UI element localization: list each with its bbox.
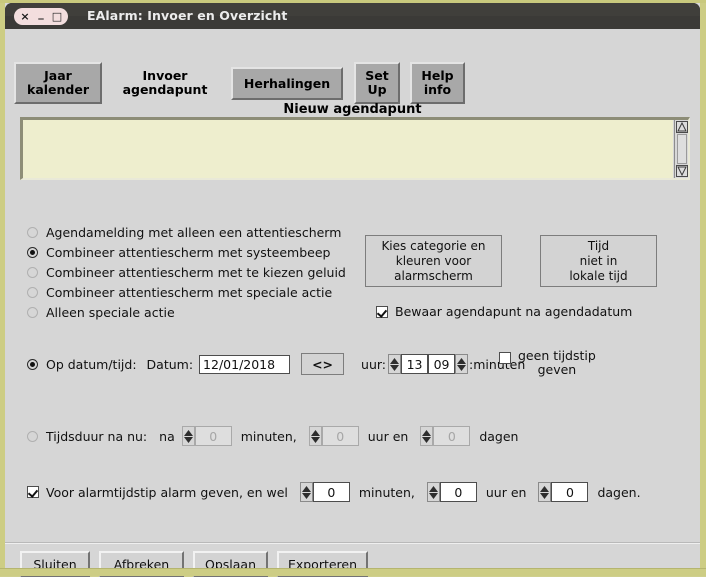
minimize-icon[interactable]: _	[35, 8, 47, 19]
radio-label: Combineer attentiescherm met systeembeep	[46, 245, 331, 260]
checkbox-indicator[interactable]	[499, 352, 511, 364]
radio-agendamelding-attentiescherm[interactable]: Agendamelding met alleen een attentiesch…	[27, 225, 341, 240]
voor-dagen-stepper[interactable]	[538, 482, 552, 502]
scroll-down-icon[interactable]	[676, 165, 688, 177]
window-title: EAlarm: Invoer en Overzicht	[87, 8, 288, 23]
radio-label: Agendamelding met alleen een attentiesch…	[46, 225, 342, 240]
maximize-icon[interactable]: □	[51, 11, 63, 22]
lokale-tijd-toggle-button[interactable]: Tijd niet in lokale tijd	[540, 235, 657, 287]
radio-label: Alleen speciale actie	[46, 305, 175, 320]
tijdsduur-uur-stepper[interactable]	[308, 426, 322, 446]
tijdsduur-label: Tijdsduur na nu:	[46, 428, 148, 444]
window-frame-right	[700, 0, 706, 576]
checkbox-label: geen tijdstip geven	[518, 348, 596, 377]
tab-strip: Jaar kalender Invoer agendapunt Herhalin…	[5, 29, 700, 104]
uur-input[interactable]	[401, 354, 429, 374]
client-area: Jaar kalender Invoer agendapunt Herhalin…	[5, 29, 700, 577]
radio-indicator[interactable]	[27, 227, 38, 238]
checkbox-indicator[interactable]	[376, 305, 388, 318]
voor-alarmtijdstip-label: Voor alarmtijdstip alarm geven, en wel	[46, 484, 288, 500]
tijdsduur-na-nu-row: Tijdsduur na nu: na minuten, uur en	[27, 426, 518, 446]
radio-indicator[interactable]	[27, 267, 38, 278]
op-datum-tijd-label: Op datum/tijd:	[46, 356, 137, 372]
radio-attentiescherm-speciale-actie[interactable]: Combineer attentiescherm met speciale ac…	[27, 285, 332, 300]
uur-label: uur:	[361, 356, 387, 372]
datum-label: Datum:	[146, 356, 194, 372]
window-frame-left	[0, 0, 5, 576]
radio-label: Combineer attentiescherm met speciale ac…	[46, 285, 333, 300]
tijdsduur-uur-input[interactable]	[321, 426, 359, 446]
geen-tijdstip-checkbox-row[interactable]: geen tijdstip geven	[499, 349, 596, 377]
agendapunt-textarea[interactable]	[23, 120, 673, 178]
checkbox-label: Bewaar agendapunt na agendadatum	[395, 304, 633, 319]
tijdsduur-minuten-stepper[interactable]	[181, 426, 195, 446]
voor-minuten-label: minuten,	[358, 484, 415, 500]
tab-jaar-kalender[interactable]: Jaar kalender	[14, 62, 102, 104]
kies-categorie-kleuren-button[interactable]: Kies categorie en kleuren voor alarmsche…	[365, 235, 502, 287]
op-datum-tijd-row: Op datum/tijd: Datum: <> uur: :minuten	[27, 353, 525, 375]
tijdsduur-uur-label: uur en	[367, 428, 409, 444]
tijdsduur-dagen-label: dagen	[479, 428, 519, 444]
close-icon[interactable]: ×	[19, 11, 31, 22]
tijdsduur-minuten-input[interactable]	[194, 426, 232, 446]
tijdsduur-minuten-label: minuten,	[240, 428, 297, 444]
datum-formaat-swap-button[interactable]: <>	[301, 353, 345, 375]
radio-indicator[interactable]	[27, 287, 38, 298]
tijdsduur-dagen-stepper[interactable]	[420, 426, 434, 446]
minuten-stepper[interactable]	[455, 354, 469, 374]
radio-attentiescherm-geluid[interactable]: Combineer attentiescherm met te kiezen g…	[27, 265, 346, 280]
voor-alarmtijdstip-checkbox[interactable]	[27, 486, 39, 498]
title-bar[interactable]: × _ □ EAlarm: Invoer en Overzicht	[5, 3, 700, 29]
voor-minuten-input[interactable]	[312, 482, 350, 502]
voor-dagen-input[interactable]	[551, 482, 589, 502]
tijdsduur-dagen-input[interactable]	[433, 426, 471, 446]
radio-indicator[interactable]	[27, 247, 38, 258]
tab-set-up[interactable]: Set Up	[354, 62, 400, 104]
radio-attentiescherm-systeembeep[interactable]: Combineer attentiescherm met systeembeep	[27, 245, 330, 260]
voor-minuten-stepper[interactable]	[299, 482, 313, 502]
voor-uur-stepper[interactable]	[426, 482, 440, 502]
application-window: × _ □ EAlarm: Invoer en Overzicht Jaar k…	[0, 0, 706, 577]
tab-help-info[interactable]: Help info	[410, 62, 465, 104]
agendapunt-textarea-container	[20, 117, 690, 180]
bewaar-agendapunt-checkbox-row[interactable]: Bewaar agendapunt na agendadatum	[376, 304, 632, 319]
radio-indicator[interactable]	[27, 307, 38, 318]
radio-op-datum-tijd[interactable]	[27, 358, 38, 370]
voor-alarmtijdstip-row: Voor alarmtijdstip alarm geven, en wel m…	[27, 482, 641, 502]
radio-tijdsduur-na-nu[interactable]	[27, 430, 38, 442]
scrollbar-thumb[interactable]	[677, 134, 687, 164]
radio-label: Combineer attentiescherm met te kiezen g…	[46, 265, 346, 280]
voor-uur-input[interactable]	[439, 482, 477, 502]
window-frame-bottom	[0, 568, 706, 576]
tab-invoer-agendapunt[interactable]: Invoer agendapunt	[110, 62, 220, 104]
uur-stepper[interactable]	[388, 354, 402, 374]
minuten-input[interactable]	[428, 354, 456, 374]
tab-herhalingen[interactable]: Herhalingen	[231, 67, 343, 100]
textarea-scrollbar[interactable]	[674, 120, 688, 178]
scroll-up-icon[interactable]	[676, 121, 688, 133]
tijdsduur-prefix-label: na	[159, 428, 175, 444]
voor-dagen-label: dagen.	[597, 484, 641, 500]
footer-divider	[5, 542, 700, 544]
voor-uur-label: uur en	[485, 484, 527, 500]
datum-input[interactable]	[199, 354, 291, 374]
radio-alleen-speciale-actie[interactable]: Alleen speciale actie	[27, 305, 175, 320]
window-controls: × _ □	[14, 8, 68, 25]
page-title: Nieuw agendapunt	[283, 102, 422, 117]
window-frame-top	[0, 0, 706, 3]
